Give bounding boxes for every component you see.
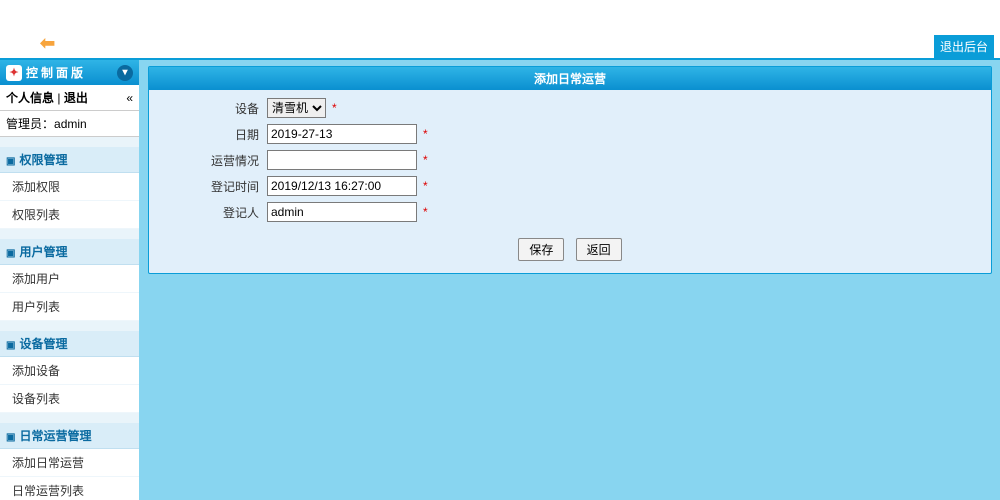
date-label: 日期 <box>169 126 259 143</box>
required-mark: * <box>423 153 428 167</box>
form: 设备 清雪机 * 日期 * 运营情况 <box>149 90 991 222</box>
collapse-icon[interactable]: « <box>126 91 133 105</box>
nav-item[interactable]: 用户列表 <box>0 293 139 321</box>
button-row: 保存 返回 <box>149 228 991 273</box>
regby-label: 登记人 <box>169 204 259 221</box>
save-button[interactable]: 保存 <box>518 238 564 261</box>
admin-line: 管理员：admin <box>0 111 139 137</box>
admin-name: admin <box>54 117 87 131</box>
row-device: 设备 清雪机 * <box>169 98 971 118</box>
nav-group-user: 用户管理 添加用户 用户列表 <box>0 239 139 321</box>
device-select[interactable]: 清雪机 <box>267 98 326 118</box>
nav-group-device: 设备管理 添加设备 设备列表 <box>0 331 139 413</box>
regtime-label: 登记时间 <box>169 178 259 195</box>
nav-item[interactable]: 添加设备 <box>0 357 139 385</box>
required-mark: * <box>332 101 337 115</box>
regtime-input[interactable] <box>267 176 417 196</box>
back-button[interactable]: 返回 <box>576 238 622 261</box>
panel-icon: ✦ <box>6 65 22 81</box>
row-date: 日期 * <box>169 124 971 144</box>
content-title: 添加日常运营 <box>149 67 991 90</box>
device-label: 设备 <box>169 100 259 117</box>
nav-item[interactable]: 添加日常运营 <box>0 449 139 477</box>
sidebar-panel-header: ✦ 控制面版 ▾ <box>0 60 139 85</box>
back-arrow-icon[interactable]: ⬅ <box>40 33 55 54</box>
admin-label: 管理员： <box>6 117 54 131</box>
main-area: 添加日常运营 设备 清雪机 * 日期 * <box>140 60 1000 500</box>
nav-group-permission: 权限管理 添加权限 权限列表 <box>0 147 139 229</box>
row-regby: 登记人 * <box>169 202 971 222</box>
date-input[interactable] <box>267 124 417 144</box>
nav-item[interactable]: 添加权限 <box>0 173 139 201</box>
logout-link[interactable]: 退出 <box>64 91 88 105</box>
row-regtime: 登记时间 * <box>169 176 971 196</box>
nav-item[interactable]: 添加用户 <box>0 265 139 293</box>
logout-backend-link[interactable]: 退出后台 <box>934 35 994 58</box>
group-header[interactable]: 设备管理 <box>0 331 139 357</box>
nav-group-operation: 日常运营管理 添加日常运营 日常运营列表 <box>0 423 139 500</box>
nav-item[interactable]: 设备列表 <box>0 385 139 413</box>
group-header[interactable]: 用户管理 <box>0 239 139 265</box>
panel-title: 控制面版 <box>26 64 117 81</box>
status-label: 运营情况 <box>169 152 259 169</box>
row-status: 运营情况 * <box>169 150 971 170</box>
sidebar: ✦ 控制面版 ▾ 个人信息 | 退出 « 管理员：admin 权限管理 添加权限… <box>0 60 140 500</box>
nav-item[interactable]: 权限列表 <box>0 201 139 229</box>
status-input[interactable] <box>267 150 417 170</box>
separator: | <box>57 91 60 105</box>
regby-input[interactable] <box>267 202 417 222</box>
main-wrapper: ✦ 控制面版 ▾ 个人信息 | 退出 « 管理员：admin 权限管理 添加权限… <box>0 60 1000 500</box>
required-mark: * <box>423 127 428 141</box>
personal-info-link[interactable]: 个人信息 <box>6 91 54 105</box>
nav-item[interactable]: 日常运营列表 <box>0 477 139 500</box>
top-bar: ⬅ 退出后台 <box>0 0 1000 60</box>
required-mark: * <box>423 179 428 193</box>
required-mark: * <box>423 205 428 219</box>
chevron-down-icon[interactable]: ▾ <box>117 65 133 81</box>
content-box: 添加日常运营 设备 清雪机 * 日期 * <box>148 66 992 274</box>
group-header[interactable]: 权限管理 <box>0 147 139 173</box>
user-line: 个人信息 | 退出 « <box>0 85 139 111</box>
group-header[interactable]: 日常运营管理 <box>0 423 139 449</box>
